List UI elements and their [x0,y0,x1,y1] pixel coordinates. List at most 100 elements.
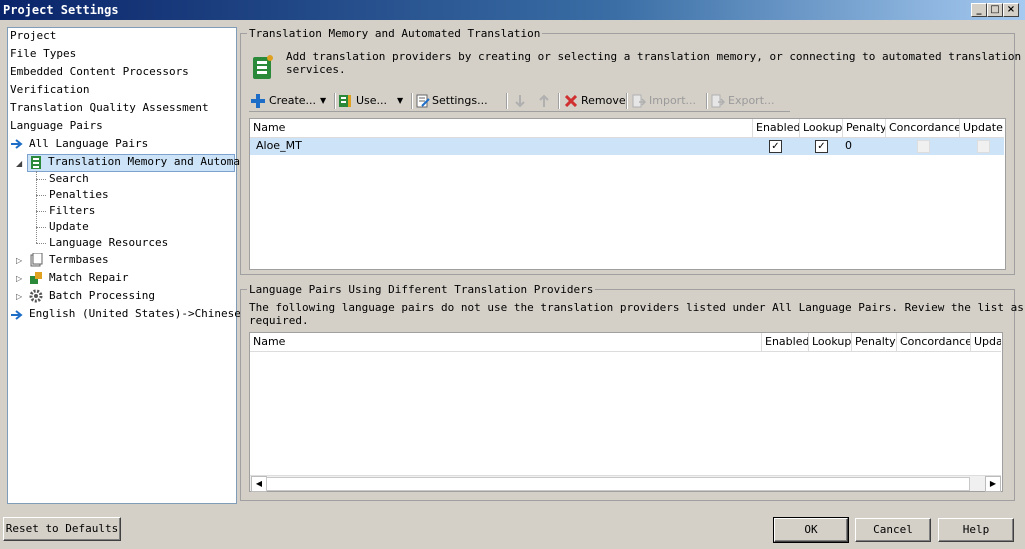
column-header-update[interactable]: Upda [971,333,1001,351]
tree-item-translation-memory-label: Translation Memory and Automa [48,155,241,168]
toolbar-separator [411,93,413,109]
tree-item-termbases[interactable]: Termbases [49,252,109,268]
toolbar-separator [334,93,336,109]
column-header-concordance[interactable]: Concordance [886,119,960,137]
tree-item-all-language-pairs[interactable]: All Language Pairs [29,136,148,152]
tree-item-embedded-content[interactable]: Embedded Content Processors [10,64,189,80]
toolbar-separator [706,93,708,109]
termbase-icon [30,253,43,267]
settings-button[interactable]: Settings... [416,92,502,110]
create-label: Create... [269,94,317,107]
maximize-button[interactable]: □ [987,3,1003,17]
arrow-right-icon [11,139,23,149]
enabled-checkbox[interactable]: ✓ [769,140,782,153]
tree-item-match-repair[interactable]: Match Repair [49,270,128,286]
cancel-button[interactable]: Cancel [855,518,931,542]
remove-button[interactable]: Remove [565,92,626,110]
horizontal-scrollbar[interactable]: ◀ ▶ [250,475,1001,492]
lp-description-line1: The following language pairs do not use … [249,301,1024,314]
reset-to-defaults-button[interactable]: Reset to Defaults [3,517,121,541]
lookup-checkbox[interactable]: ✓ [815,140,828,153]
tree-item-english-chinese[interactable]: English (United States)->Chinese [29,306,241,322]
scroll-left-icon[interactable]: ◀ [251,476,267,492]
tree-connector [36,179,46,180]
export-button[interactable]: Export... [711,92,785,110]
column-header-lookup[interactable]: Lookup [809,333,852,351]
arrow-down-icon [515,95,525,108]
tm-row-penalty[interactable]: 0 [845,138,852,154]
translation-memory-icon [253,55,273,79]
tree-item-translation-memory[interactable]: Translation Memory and Automa [27,154,240,172]
help-button[interactable]: Help [938,518,1014,542]
column-header-penalty[interactable]: Penalty [852,333,897,351]
tree-item-verification[interactable]: Verification [10,82,89,98]
lp-description-line2: required. [249,314,309,327]
settings-tree[interactable]: Project File Types Embedded Content Proc… [7,27,241,504]
tree-item-batch-processing[interactable]: Batch Processing [49,288,155,304]
use-button[interactable]: Use... ▼ [338,92,408,110]
tree-connector [36,211,46,212]
table-row[interactable]: Aloe_MT ✓ ✓ 0 [250,138,1004,155]
tree-connector [36,227,46,228]
expand-icon[interactable]: ▷ [16,256,22,265]
import-icon [632,94,646,108]
tm-section-title: Translation Memory and Automated Transla… [247,27,543,40]
import-button[interactable]: Import... [632,92,706,110]
tree-connector [36,171,37,243]
dropdown-arrow-icon: ▼ [320,96,327,105]
move-down-button[interactable] [514,92,528,110]
translation-memory-icon [31,156,41,169]
ok-button[interactable]: OK [773,517,849,543]
collapse-icon[interactable]: ◢ [16,159,22,168]
match-repair-icon [30,272,42,284]
column-header-name[interactable]: Name [250,119,753,137]
tree-item-search[interactable]: Search [49,171,89,187]
gear-icon [29,289,43,303]
concordance-checkbox[interactable] [917,140,930,153]
tm-providers-grid[interactable]: Name Enabled Lookup Penalty Concordance … [249,118,1006,270]
scrollbar-thumb[interactable] [266,477,970,491]
tree-item-filters[interactable]: Filters [49,203,95,219]
expand-icon[interactable]: ▷ [16,292,22,301]
column-header-concordance[interactable]: Concordance [897,333,971,351]
tm-description-line2: services. [286,63,346,76]
dropdown-arrow-icon: ▼ [397,96,404,105]
export-icon [711,94,725,108]
translation-memory-icon [339,95,351,107]
scroll-right-icon[interactable]: ▶ [985,476,1001,492]
tree-connector [36,195,46,196]
move-up-button[interactable] [538,92,552,110]
column-header-enabled[interactable]: Enabled [762,333,809,351]
import-label: Import... [649,94,696,107]
tree-item-penalties[interactable]: Penalties [49,187,109,203]
tree-item-language-resources[interactable]: Language Resources [49,235,168,251]
use-label: Use... [356,94,388,107]
title-bar[interactable] [0,0,1025,20]
toolbar-separator [558,93,560,109]
tree-item-project[interactable]: Project [10,28,56,44]
toolbar-bottom-line [249,111,790,112]
tree-item-tqa[interactable]: Translation Quality Assessment [10,100,209,116]
remove-label: Remove [581,94,626,107]
minimize-button[interactable]: _ [971,3,987,17]
close-button[interactable]: × [1003,3,1019,17]
create-button[interactable]: Create... ▼ [251,92,331,110]
column-header-name[interactable]: Name [250,333,762,351]
settings-edit-icon [416,94,430,108]
toolbar-separator [506,93,508,109]
column-header-enabled[interactable]: Enabled [753,119,800,137]
column-header-penalty[interactable]: Penalty [843,119,886,137]
tree-item-language-pairs[interactable]: Language Pairs [10,118,103,134]
tree-item-file-types[interactable]: File Types [10,46,76,62]
column-header-lookup[interactable]: Lookup [800,119,843,137]
window-title: Project Settings [3,3,119,17]
column-header-update[interactable]: Update [960,119,1004,137]
header-divider [250,351,1001,352]
lp-providers-grid[interactable]: Name Enabled Lookup Penalty Concordance … [249,332,1003,492]
expand-icon[interactable]: ▷ [16,274,22,283]
arrow-right-icon [11,310,23,320]
tree-item-update[interactable]: Update [49,219,89,235]
remove-x-icon [565,95,577,107]
update-checkbox[interactable] [977,140,990,153]
tree-connector [36,243,46,244]
